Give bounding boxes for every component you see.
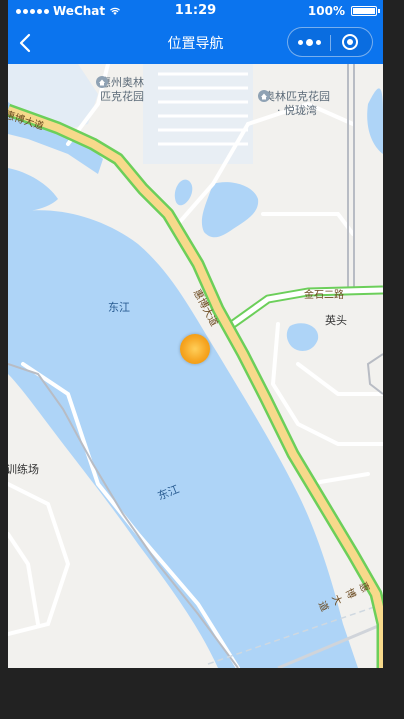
poi-olympic-garden[interactable]: 惠州奥林 匹克花园 [96,76,148,104]
close-miniprogram-icon[interactable] [342,34,358,50]
training-ground-label: 训练场 [8,463,39,476]
capsule-divider [330,35,331,51]
poi-pin-icon [96,76,108,88]
mini-program-capsule [287,27,373,57]
battery-icon [351,6,380,16]
more-icon[interactable] [298,39,321,46]
town-label-yingtou: 英头 [325,314,347,327]
poi-label-line2: · 悦珑湾 [277,104,317,117]
navigation-bar: 位置导航 [8,22,383,64]
battery-area: 100% [307,4,380,18]
poi-pin-icon [258,90,270,102]
map-view[interactable]: 惠州奥林 匹克花园 奥林匹克花园 · 悦珑湾 惠博大道 惠博大道 惠博大道 金石… [8,64,383,668]
map-canvas [8,64,383,668]
phone-screen: WeChat 11:29 100% 位置导航 惠州奥林 匹克花园 奥林匹克花园 … [8,0,383,668]
battery-percent: 100% [307,4,345,18]
poi-label-line1: 奥林匹克花园 [264,90,330,103]
poi-yuelong-bay[interactable]: 奥林匹克花园 · 悦珑湾 [258,90,336,118]
status-bar: WeChat 11:29 100% [8,0,383,22]
road-label-jinshi: 金石二路 [304,290,344,301]
river-label-1: 东江 [108,301,130,314]
location-marker[interactable] [180,334,210,364]
poi-label-line2: 匹克花园 [100,90,144,103]
